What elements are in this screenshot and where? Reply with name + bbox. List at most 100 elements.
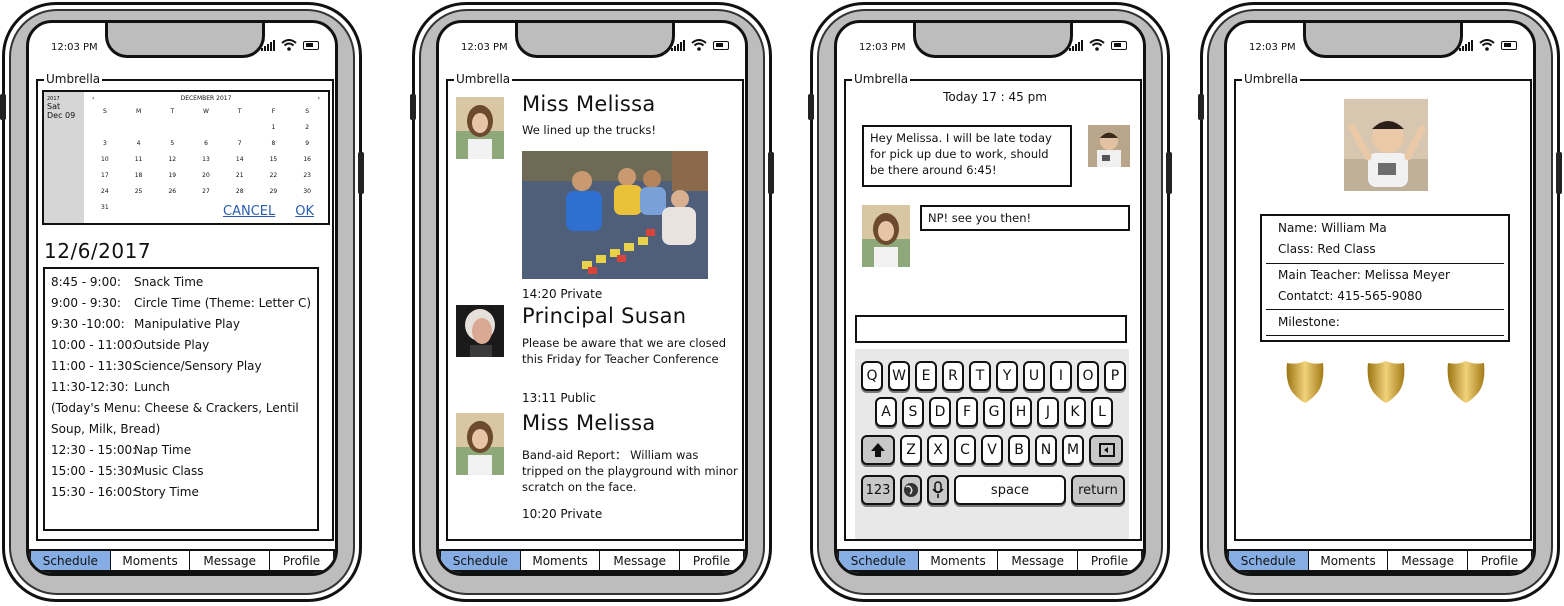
calendar-day[interactable]: 31	[88, 204, 122, 212]
calendar-day[interactable]: 16	[290, 156, 324, 164]
calendar-day[interactable]: 28	[223, 188, 257, 196]
tab-message[interactable]: Message	[600, 551, 681, 570]
calendar-prev-month[interactable]: ‹	[92, 95, 94, 102]
badge-icon[interactable]	[1283, 359, 1327, 403]
calendar-day[interactable]: 21	[223, 172, 257, 180]
cancel-button[interactable]: CANCEL	[223, 204, 275, 219]
key-n[interactable]: N	[1035, 435, 1057, 465]
tab-schedule[interactable]: Schedule	[839, 551, 919, 570]
calendar-day[interactable]: 19	[155, 172, 189, 180]
key-b[interactable]: B	[1008, 435, 1030, 465]
calendar-day[interactable]: 23	[290, 172, 324, 180]
screen: 12:03 PM Umbrella 2017 Sat Dec 09 ‹ DECE…	[26, 20, 338, 576]
avatar-susan[interactable]	[456, 305, 504, 357]
backspace-key[interactable]	[1089, 435, 1123, 465]
key-i[interactable]: I	[1050, 361, 1072, 391]
tab-profile[interactable]: Profile	[270, 551, 333, 570]
tab-schedule[interactable]: Schedule	[441, 551, 521, 570]
numbers-key[interactable]: 123	[861, 475, 895, 505]
key-f[interactable]: F	[956, 397, 978, 427]
tab-profile[interactable]: Profile	[1468, 551, 1531, 570]
calendar-day[interactable]: 18	[122, 172, 156, 180]
key-c[interactable]: C	[954, 435, 976, 465]
tab-message[interactable]: Message	[998, 551, 1079, 570]
tab-moments[interactable]: Moments	[521, 551, 601, 570]
calendar-day[interactable]: 26	[155, 188, 189, 196]
key-k[interactable]: K	[1064, 397, 1086, 427]
calendar-day[interactable]: 14	[223, 156, 257, 164]
badge-icon[interactable]	[1364, 359, 1408, 403]
tab-schedule[interactable]: Schedule	[1229, 551, 1309, 570]
tab-profile[interactable]: Profile	[1078, 551, 1141, 570]
calendar-day[interactable]: 25	[122, 188, 156, 196]
key-a[interactable]: A	[875, 397, 897, 427]
globe-key[interactable]	[900, 475, 922, 505]
tab-schedule[interactable]: Schedule	[31, 551, 111, 570]
key-h[interactable]: H	[1010, 397, 1032, 427]
calendar-day[interactable]: 4	[122, 140, 156, 148]
avatar-parent[interactable]	[1088, 125, 1130, 167]
tab-profile[interactable]: Profile	[680, 551, 743, 570]
key-q[interactable]: Q	[861, 361, 883, 391]
calendar-next-month[interactable]: ›	[318, 95, 320, 102]
calendar-day[interactable]: 30	[290, 188, 324, 196]
calendar-day[interactable]: 13	[189, 156, 223, 164]
calendar-day[interactable]: 20	[189, 172, 223, 180]
avatar-melissa[interactable]	[862, 205, 910, 267]
calendar-day[interactable]: 10	[88, 156, 122, 164]
calendar-day[interactable]: 22	[257, 172, 291, 180]
key-o[interactable]: O	[1077, 361, 1099, 391]
tab-moments[interactable]: Moments	[1309, 551, 1389, 570]
message-input[interactable]	[855, 315, 1127, 343]
post-photo-trucks[interactable]	[522, 151, 708, 279]
schedule-time: (Today's Menu: Cheese & Crackers, Lentil	[51, 401, 299, 415]
calendar-day[interactable]: 12	[155, 156, 189, 164]
mic-key[interactable]	[927, 475, 949, 505]
key-m[interactable]: M	[1062, 435, 1084, 465]
calendar-day[interactable]: 1	[257, 124, 291, 132]
calendar-day[interactable]: 11	[122, 156, 156, 164]
calendar-day-selected[interactable]: 9	[290, 136, 324, 152]
calendar-day[interactable]: 8	[257, 140, 291, 148]
key-u[interactable]: U	[1023, 361, 1045, 391]
calendar-day[interactable]: 6	[189, 140, 223, 148]
badge-icon[interactable]	[1444, 359, 1488, 403]
calendar-day[interactable]: 15	[257, 156, 291, 164]
key-e[interactable]: E	[915, 361, 937, 391]
space-key[interactable]: space	[954, 475, 1066, 505]
key-y[interactable]: Y	[996, 361, 1018, 391]
key-z[interactable]: Z	[900, 435, 922, 465]
key-l[interactable]: L	[1091, 397, 1113, 427]
key-t[interactable]: T	[969, 361, 991, 391]
calendar-weekday: S	[102, 108, 107, 115]
tab-message[interactable]: Message	[1388, 551, 1469, 570]
key-d[interactable]: D	[929, 397, 951, 427]
key-p[interactable]: P	[1104, 361, 1126, 391]
key-v[interactable]: V	[981, 435, 1003, 465]
key-s[interactable]: S	[902, 397, 924, 427]
tab-moments[interactable]: Moments	[111, 551, 191, 570]
avatar-melissa[interactable]	[456, 413, 504, 475]
calendar-grid[interactable]: S M T W T F S 1 2 3 4 5 6 7 8 9 10 11 12 13 14 15 16 17 18 19 20 21…	[88, 108, 324, 212]
key-j[interactable]: J	[1037, 397, 1059, 427]
calendar-day[interactable]: 2	[290, 124, 324, 132]
key-x[interactable]: X	[927, 435, 949, 465]
calendar-day[interactable]: 5	[155, 140, 189, 148]
calendar-day[interactable]: 7	[223, 140, 257, 148]
calendar-day[interactable]: 24	[88, 188, 122, 196]
tab-moments[interactable]: Moments	[919, 551, 999, 570]
avatar-melissa[interactable]	[456, 97, 504, 159]
shift-key[interactable]	[861, 435, 895, 465]
tab-message[interactable]: Message	[190, 551, 271, 570]
key-w[interactable]: W	[888, 361, 910, 391]
calendar-day[interactable]: 27	[189, 188, 223, 196]
ok-button[interactable]: OK	[295, 204, 314, 219]
key-g[interactable]: G	[983, 397, 1005, 427]
key-r[interactable]: R	[942, 361, 964, 391]
date-picker[interactable]: 2017 Sat Dec 09 ‹ DECEMBER 2017 › S M T W T F…	[42, 90, 330, 225]
return-key[interactable]: return	[1071, 475, 1125, 505]
calendar-day[interactable]: 3	[88, 140, 122, 148]
child-profile-photo[interactable]	[1344, 99, 1428, 191]
calendar-day[interactable]: 29	[257, 188, 291, 196]
calendar-day[interactable]: 17	[88, 172, 122, 180]
